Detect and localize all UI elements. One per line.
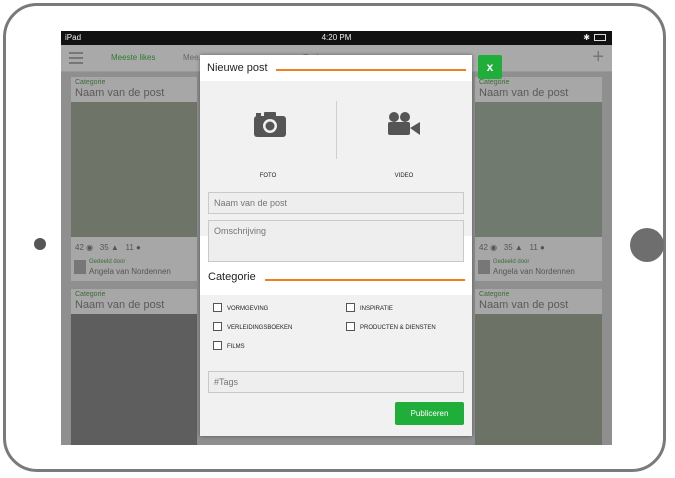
post-card[interactable]: Categorie Naam van de post — [475, 289, 602, 445]
card-category: Categorie — [479, 291, 510, 298]
avatar — [74, 260, 86, 274]
video-camera-icon — [388, 112, 420, 135]
card-image — [71, 102, 197, 237]
card-shared-by: Gedeeld door — [493, 259, 530, 265]
bluetooth-icon: ✱ — [583, 33, 590, 42]
card-title: Naam van de post — [75, 87, 165, 99]
post-name-input[interactable] — [208, 192, 464, 214]
card-likes: 42 ◉ 35 ▲ 11 ● — [479, 243, 545, 252]
card-category: Categorie — [479, 79, 510, 86]
photo-label: FOTO — [259, 173, 277, 179]
status-bar: iPad 4:20 PM ✱ — [61, 31, 612, 45]
front-camera-icon — [34, 238, 46, 250]
card-likes: 42 ◉ 35 ▲ 11 ● — [75, 243, 141, 252]
tags-input[interactable] — [208, 371, 464, 393]
checkbox-box[interactable] — [346, 322, 355, 331]
publish-button[interactable]: Publiceren — [395, 402, 464, 425]
category-heading: Categorie — [208, 271, 256, 283]
title-underline — [276, 69, 466, 71]
plus-icon[interactable]: + — [592, 47, 604, 67]
modal-header: Nieuwe post — [200, 55, 472, 81]
checkbox-box[interactable] — [213, 322, 222, 331]
avatar — [478, 260, 490, 274]
close-button[interactable]: x — [478, 55, 502, 79]
category-underline — [265, 279, 465, 281]
card-category: Categorie — [75, 79, 106, 86]
card-author: Angela van Nordennen — [89, 267, 171, 276]
description-textarea[interactable] — [208, 220, 464, 262]
checkbox-box[interactable] — [213, 303, 222, 312]
status-time: 4:20 PM — [321, 33, 352, 42]
checkbox-box[interactable] — [346, 303, 355, 312]
card-category: Categorie — [75, 291, 106, 298]
video-label: VIDEO — [394, 173, 414, 179]
checkbox-box[interactable] — [213, 341, 222, 350]
card-author: Angela van Nordennen — [493, 267, 575, 276]
card-title: Naam van de post — [75, 299, 165, 311]
card-image — [71, 314, 197, 445]
tab-meeste-likes[interactable]: Meeste likes — [111, 45, 155, 71]
modal-title: Nieuwe post — [207, 62, 268, 74]
post-card[interactable]: Categorie Naam van de post 42 ◉ 35 ▲ 11 … — [475, 77, 602, 281]
card-shared-by: Gedeeld door — [89, 259, 126, 265]
card-image — [475, 102, 602, 237]
post-card[interactable]: Categorie Naam van de post — [71, 289, 197, 445]
camera-icon — [254, 112, 286, 137]
hamburger-icon[interactable] — [69, 52, 83, 64]
card-image — [475, 314, 602, 445]
new-post-modal: Nieuwe post FOTO VIDEO Catego — [200, 55, 472, 436]
battery-icon — [594, 34, 606, 41]
home-button[interactable] — [630, 228, 664, 262]
category-checkboxes: VORMGEVING INSPIRATIE VERLEIDINGSBOEKEN … — [200, 295, 472, 359]
post-card[interactable]: Categorie Naam van de post 42 ◉ 35 ▲ 11 … — [71, 77, 197, 281]
card-title: Naam van de post — [479, 299, 569, 311]
card-title: Naam van de post — [479, 87, 569, 99]
